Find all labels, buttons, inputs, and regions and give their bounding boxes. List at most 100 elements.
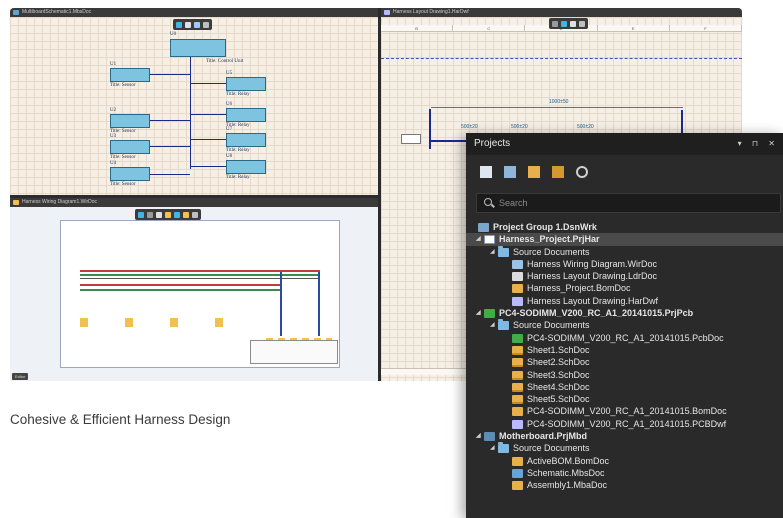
add-folder-icon[interactable] — [552, 166, 564, 178]
guide-line — [381, 58, 742, 59]
page-root: MultiboardSchematic1.MbsDoc U0 Title: Co… — [0, 0, 783, 518]
tree-item-label: Project Group 1.DsnWrk — [493, 222, 597, 232]
tree-item[interactable]: PC4-SODIMM_V200_RC_A1_20141015.PcbDoc — [466, 332, 783, 344]
filter-icon[interactable] — [176, 21, 182, 28]
open-folder-icon[interactable] — [528, 166, 540, 178]
schematic-pane-title[interactable]: MultiboardSchematic1.MbsDoc — [10, 8, 378, 17]
tree-item[interactable]: ◢ PC4-SODIMM_V200_RC_A1_20141015.PrjPcb — [466, 307, 783, 319]
pcb-file-icon — [484, 309, 495, 319]
tree-item-label: Source Documents — [513, 246, 590, 257]
tree-item-label: ActiveBOM.BomDoc — [527, 455, 610, 466]
measure-icon[interactable] — [579, 20, 585, 27]
sensor-u1-block[interactable] — [110, 68, 150, 82]
projects-header[interactable]: Projects ▾ ⊓ ✕ — [466, 133, 783, 155]
select-icon-3[interactable] — [156, 211, 162, 218]
select-icon-2[interactable] — [570, 20, 576, 27]
sensor-u2-block[interactable] — [110, 114, 150, 128]
wiring-pane[interactable]: Harness Wiring Diagram1.WirDoc Editor — [10, 198, 378, 381]
bundle-left-drop — [429, 109, 431, 149]
expand-arrow-icon[interactable]: ◢ — [490, 442, 495, 454]
schematic-title-text: MultiboardSchematic1.MbsDoc — [22, 9, 92, 15]
layout-pane-title[interactable]: Harness Layout Drawing1.HarDwf — [381, 8, 742, 17]
dim-1000-line — [431, 107, 683, 108]
ruler-f: F — [670, 25, 742, 31]
expand-arrow-icon[interactable]: ◢ — [490, 319, 495, 331]
text-tool-icon[interactable] — [203, 21, 209, 28]
tree-item[interactable]: Harness Layout Drawing.LdrDoc — [466, 270, 783, 282]
dwf-file-icon — [512, 419, 523, 429]
connector-row-2[interactable] — [80, 318, 230, 327]
tree-item[interactable]: Sheet1.SchDoc — [466, 344, 783, 356]
tree-item[interactable]: Schematic.MbsDoc — [466, 467, 783, 479]
tree-item[interactable]: PC4-SODIMM_V200_RC_A1_20141015.PCBDwf — [466, 418, 783, 430]
tree-item[interactable]: ◢ Harness_Project.PrjHar — [466, 233, 783, 246]
tree-item-label: PC4-SODIMM_V200_RC_A1_20141015.PrjPcb — [499, 308, 694, 319]
connector-shape[interactable] — [401, 134, 421, 144]
main-bus-wire — [190, 57, 191, 169]
schematic-pane[interactable]: MultiboardSchematic1.MbsDoc U0 Title: Co… — [10, 8, 378, 195]
dim-500-a-label: 500±20 — [461, 124, 478, 130]
panel-controls[interactable]: ▾ ⊓ ✕ — [738, 133, 779, 155]
tree-item[interactable]: Harness Layout Drawing.HarDwf — [466, 295, 783, 307]
tree-item-label: PC4-SODIMM_V200_RC_A1_20141015.PCBDwf — [527, 418, 727, 429]
tree-item[interactable]: ◢ Source Documents — [466, 245, 783, 258]
u3-ref: U3 — [110, 134, 117, 139]
editor-tab[interactable]: Editor — [12, 373, 29, 380]
tree-item[interactable]: PC4-SODIMM_V200_RC_A1_20141015.BomDoc — [466, 405, 783, 417]
control-unit-block[interactable] — [170, 39, 226, 57]
relay-u8-block[interactable] — [226, 160, 266, 174]
wiring-toolbar[interactable] — [135, 209, 201, 220]
tree-item[interactable]: ◢ Source Documents — [466, 319, 783, 331]
tree-item[interactable]: Sheet3.SchDoc — [466, 369, 783, 381]
sensor-u4-block[interactable] — [110, 167, 150, 181]
tree-item-label: PC4-SODIMM_V200_RC_A1_20141015.BomDoc — [527, 406, 727, 417]
schematic-toolbar[interactable] — [173, 19, 212, 30]
splice-icon[interactable] — [183, 211, 189, 218]
bundle-icon[interactable] — [174, 211, 180, 218]
tree-item[interactable]: Assembly1.MbaDoc — [466, 479, 783, 491]
expand-arrow-icon[interactable]: ◢ — [476, 430, 481, 442]
text-icon[interactable] — [192, 211, 198, 218]
tree-item-label: Harness Layout Drawing.LdrDoc — [527, 271, 658, 282]
mbs-file-icon — [512, 468, 523, 478]
pcb-file-icon — [512, 333, 523, 343]
open-project-icon[interactable] — [504, 166, 516, 178]
select-icon[interactable] — [185, 21, 191, 28]
route-icon[interactable] — [561, 20, 567, 27]
grid-icon[interactable] — [552, 20, 558, 27]
tree-item[interactable]: Project Group 1.DsnWrk — [466, 221, 783, 233]
expand-arrow-icon[interactable]: ◢ — [476, 233, 481, 245]
save-icon[interactable] — [480, 166, 492, 178]
tree-item[interactable]: Harness_Project.BomDoc — [466, 282, 783, 294]
projects-title: Projects — [474, 138, 511, 149]
tree-item[interactable]: ActiveBOM.BomDoc — [466, 455, 783, 467]
expand-arrow-icon[interactable]: ◢ — [490, 246, 495, 258]
filter-icon-2[interactable] — [138, 211, 144, 218]
tree-item[interactable]: Sheet5.SchDoc — [466, 393, 783, 405]
tree-item[interactable]: ◢ Source Documents — [466, 442, 783, 454]
u5-ref: U5 — [226, 71, 233, 76]
relay-u7-block[interactable] — [226, 133, 266, 147]
folder-file-icon — [498, 245, 509, 257]
sensor-u3-block[interactable] — [110, 140, 150, 154]
tree-item[interactable]: Harness Wiring Diagram.WirDoc — [466, 258, 783, 270]
tree-item[interactable]: Sheet2.SchDoc — [466, 356, 783, 368]
u8-ref: U8 — [226, 154, 233, 159]
u0-title: Title: Control Unit — [206, 59, 244, 64]
expand-arrow-icon[interactable]: ◢ — [476, 307, 481, 319]
tree-item[interactable]: ◢ Motherboard.PrjMbd — [466, 430, 783, 442]
tree-item-label: Harness Layout Drawing.HarDwf — [527, 295, 659, 306]
tree-item-label: Harness Wiring Diagram.WirDoc — [527, 258, 658, 269]
search-input[interactable]: Search — [476, 193, 781, 213]
u6-wire — [190, 114, 226, 115]
projects-panel[interactable]: Projects ▾ ⊓ ✕ Search Project Group 1.Ds… — [466, 133, 783, 518]
add-icon[interactable] — [147, 211, 153, 218]
gear-icon[interactable] — [576, 166, 588, 178]
wiring-pane-title[interactable]: Harness Wiring Diagram1.WirDoc — [10, 198, 378, 207]
relay-u5-block[interactable] — [226, 77, 266, 91]
relay-u6-block[interactable] — [226, 108, 266, 122]
tree-item[interactable]: Sheet4.SchDoc — [466, 381, 783, 393]
wire-tool-icon[interactable] — [194, 21, 200, 28]
wire-icon[interactable] — [165, 211, 171, 218]
layout-toolbar[interactable] — [549, 18, 588, 29]
